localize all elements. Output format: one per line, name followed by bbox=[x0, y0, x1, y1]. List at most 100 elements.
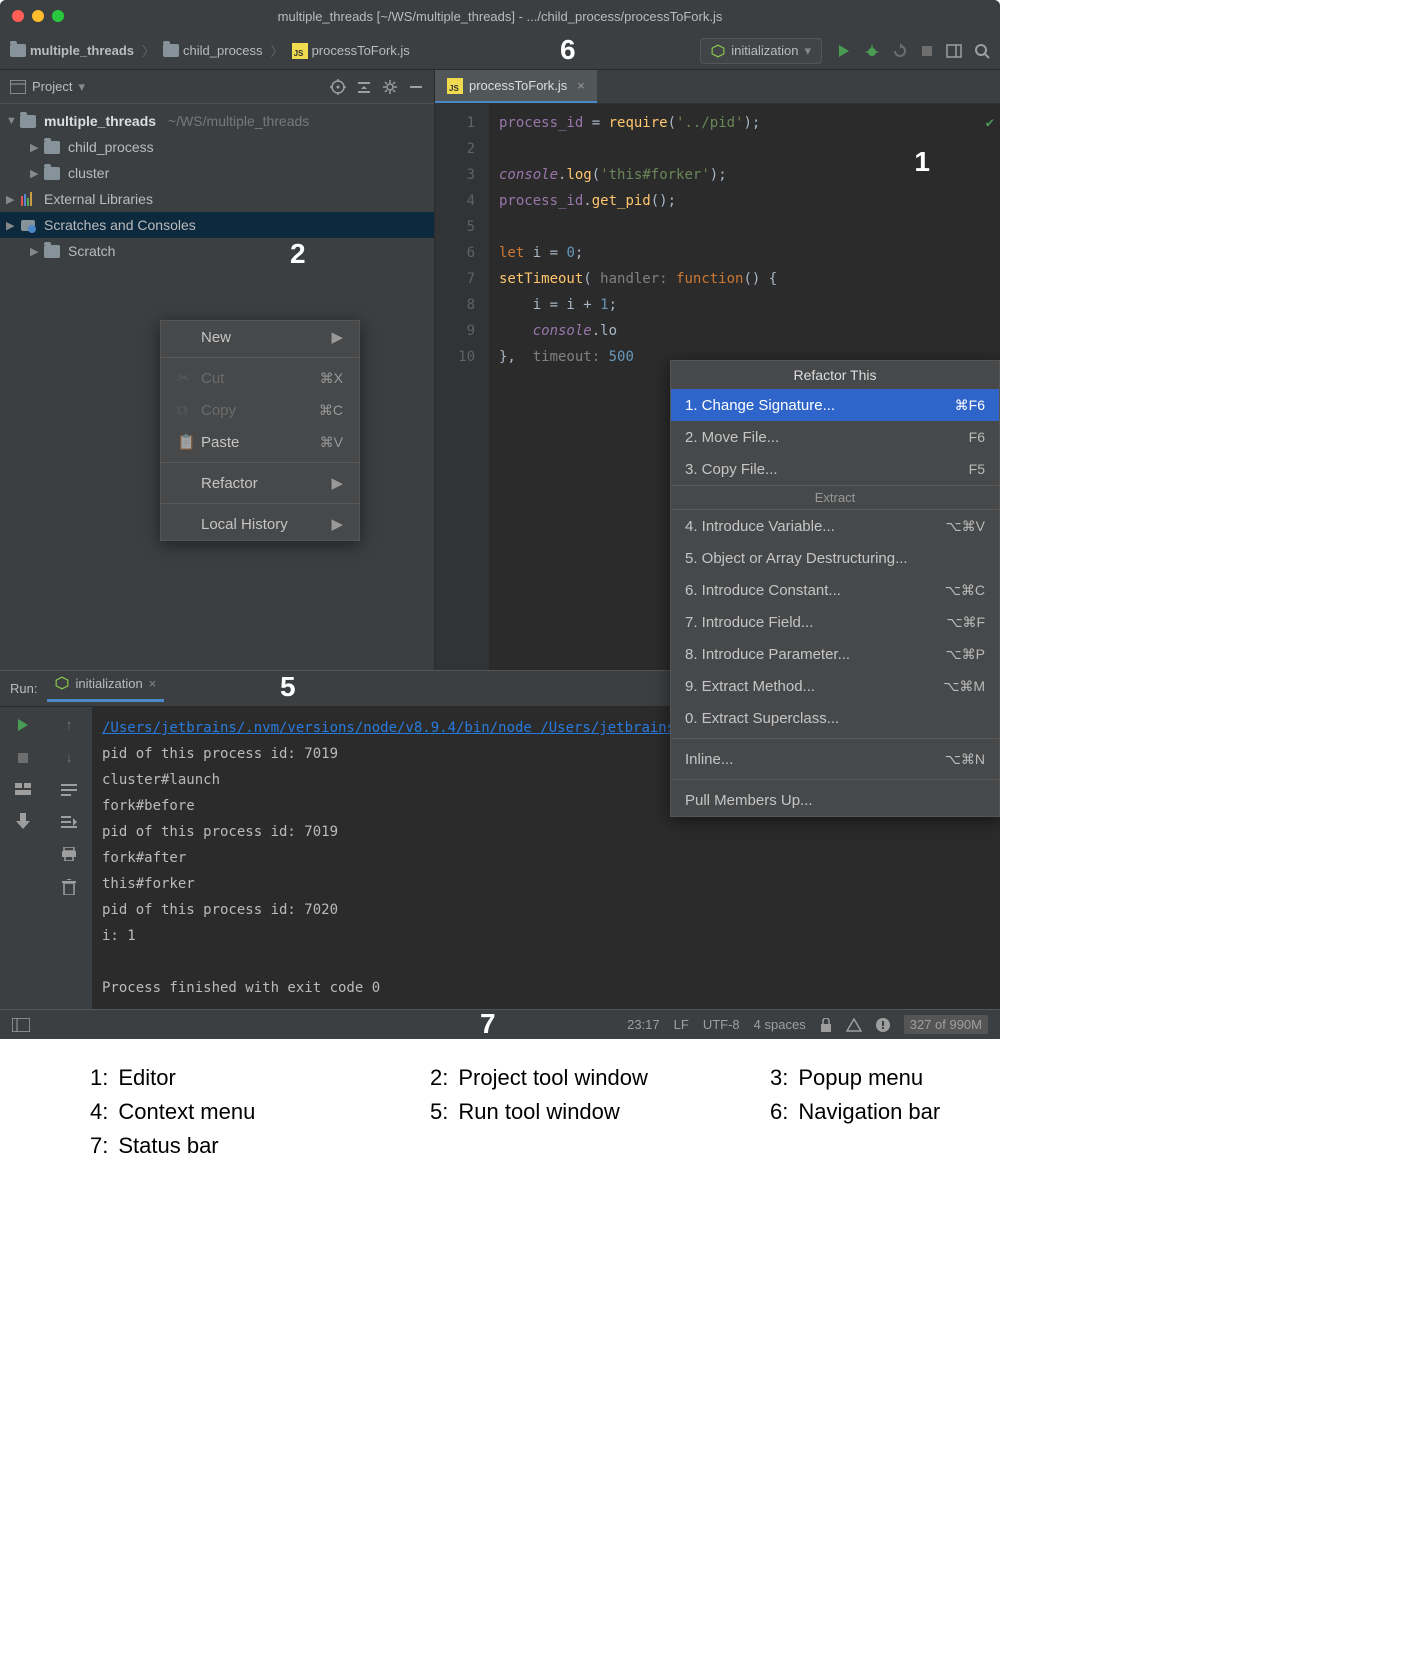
code-line[interactable]: i = i + 1; bbox=[499, 292, 990, 318]
project-panel-title[interactable]: Project ▾ bbox=[10, 79, 330, 95]
code-line[interactable]: let i = 0; bbox=[499, 240, 990, 266]
nodejs-icon bbox=[55, 676, 69, 690]
down-icon[interactable]: ↓ bbox=[66, 750, 73, 765]
stop-icon[interactable] bbox=[16, 751, 30, 765]
code-line[interactable]: console.lo bbox=[499, 318, 990, 344]
code-line[interactable]: process_id = require('../pid'); bbox=[499, 110, 990, 136]
popup-menu-item[interactable]: Inline...⌥⌘N bbox=[671, 743, 999, 775]
trash-icon[interactable] bbox=[62, 879, 76, 895]
run-tab[interactable]: initialization × bbox=[47, 676, 164, 702]
lock-icon[interactable] bbox=[820, 1018, 832, 1032]
indent-setting[interactable]: 4 spaces bbox=[754, 1017, 806, 1032]
project-tree[interactable]: ▼multiple_threads~/WS/multiple_threads▶c… bbox=[0, 104, 434, 268]
popup-menu-item[interactable]: 5. Object or Array Destructuring... bbox=[671, 542, 999, 574]
breadcrumb-item[interactable]: child_process bbox=[163, 43, 263, 58]
search-icon[interactable] bbox=[974, 43, 990, 59]
status-bar: 7 23:17 LF UTF-8 4 spaces 327 of 990M bbox=[0, 1009, 1000, 1039]
layout-icon[interactable] bbox=[15, 783, 31, 795]
breadcrumb-item[interactable]: JSprocessToFork.js bbox=[292, 43, 410, 59]
popup-menu-item[interactable]: 4. Introduce Variable...⌥⌘V bbox=[671, 510, 999, 542]
tree-item[interactable]: ▶child_process bbox=[0, 134, 434, 160]
stop-icon[interactable] bbox=[920, 44, 934, 58]
line-number: 3 bbox=[435, 162, 475, 188]
line-number: 10 bbox=[435, 344, 475, 370]
popup-menu-item[interactable]: Pull Members Up... bbox=[671, 784, 999, 816]
run-configuration-selector[interactable]: initialization ▾ bbox=[700, 38, 822, 64]
context-menu-item[interactable]: Local History▶ bbox=[161, 508, 359, 540]
run-label: Run: bbox=[10, 681, 37, 696]
tool-windows-icon[interactable] bbox=[12, 1018, 30, 1032]
overlay-7: 7 bbox=[480, 1008, 496, 1039]
shortcut: F6 bbox=[969, 429, 985, 445]
popup-menu-item[interactable]: 1. Change Signature...⌘F6 bbox=[671, 389, 999, 421]
editor-tab[interactable]: JS processToFork.js × bbox=[435, 70, 597, 103]
context-menu-item: ⧉Copy⌘C bbox=[161, 394, 359, 426]
menu-label: Refactor bbox=[201, 475, 258, 492]
tree-arrow-icon[interactable]: ▶ bbox=[30, 245, 40, 258]
tree-arrow-icon[interactable]: ▼ bbox=[6, 115, 16, 127]
popup-menu-item[interactable]: 7. Introduce Field...⌥⌘F bbox=[671, 606, 999, 638]
popup-menu-item[interactable]: 3. Copy File...F5 bbox=[671, 453, 999, 485]
close-window-button[interactable] bbox=[12, 10, 24, 22]
line-separator[interactable]: LF bbox=[674, 1017, 689, 1032]
popup-label: 1. Change Signature... bbox=[685, 397, 835, 414]
overlay-1: 1 bbox=[914, 146, 930, 178]
context-menu-item[interactable]: New▶ bbox=[161, 321, 359, 353]
locate-icon[interactable] bbox=[330, 79, 346, 95]
context-menu: New▶✂Cut⌘X⧉Copy⌘C📋Paste⌘VRefactor▶Local … bbox=[160, 320, 360, 541]
soft-wrap-icon[interactable] bbox=[61, 783, 77, 797]
print-icon[interactable] bbox=[61, 847, 77, 861]
tree-arrow-icon[interactable]: ▶ bbox=[6, 219, 16, 232]
tree-item[interactable]: ▼multiple_threads~/WS/multiple_threads bbox=[0, 108, 434, 134]
line-number: 2 bbox=[435, 136, 475, 162]
popup-menu-item[interactable]: 0. Extract Superclass... bbox=[671, 702, 999, 734]
caret-position[interactable]: 23:17 bbox=[627, 1017, 660, 1032]
layout-icon[interactable] bbox=[946, 43, 962, 59]
popup-menu-item[interactable]: 6. Introduce Constant...⌥⌘C bbox=[671, 574, 999, 606]
scratches-icon bbox=[20, 217, 36, 233]
close-icon[interactable]: × bbox=[149, 676, 157, 691]
close-tab-icon[interactable]: × bbox=[577, 78, 585, 93]
hide-icon[interactable] bbox=[408, 79, 424, 95]
toolbar-actions bbox=[836, 43, 990, 59]
scroll-to-end-icon[interactable] bbox=[61, 815, 77, 829]
notification-icon[interactable] bbox=[876, 1018, 890, 1032]
popup-menu-item[interactable]: 9. Extract Method...⌥⌘M bbox=[671, 670, 999, 702]
tree-arrow-icon[interactable]: ▶ bbox=[6, 193, 16, 206]
breadcrumb-label: child_process bbox=[183, 43, 263, 58]
rerun-icon[interactable] bbox=[892, 43, 908, 59]
popup-title: Refactor This bbox=[671, 361, 999, 389]
popup-menu-item[interactable]: 8. Introduce Parameter...⌥⌘P bbox=[671, 638, 999, 670]
collapse-all-icon[interactable] bbox=[356, 79, 372, 95]
tree-item[interactable]: ▶Scratch bbox=[0, 238, 434, 264]
context-menu-item[interactable]: 📋Paste⌘V bbox=[161, 426, 359, 458]
code-line[interactable]: setTimeout( handler: function() { bbox=[499, 266, 990, 292]
tree-arrow-icon[interactable]: ▶ bbox=[30, 141, 40, 154]
pin-icon[interactable] bbox=[16, 813, 30, 829]
rerun-icon[interactable] bbox=[15, 717, 31, 733]
tree-arrow-icon[interactable]: ▶ bbox=[30, 167, 40, 180]
gear-icon[interactable] bbox=[382, 79, 398, 95]
maximize-window-button[interactable] bbox=[52, 10, 64, 22]
run-icon[interactable] bbox=[836, 43, 852, 59]
debug-icon[interactable] bbox=[864, 43, 880, 59]
breadcrumb: multiple_threads〉child_process〉JSprocess… bbox=[10, 41, 680, 60]
file-encoding[interactable]: UTF-8 bbox=[703, 1017, 740, 1032]
tree-item[interactable]: ▶Scratches and Consoles bbox=[0, 212, 434, 238]
up-icon[interactable]: ↑ bbox=[66, 717, 73, 732]
context-menu-item[interactable]: Refactor▶ bbox=[161, 467, 359, 499]
output-line: Process finished with exit code 0 bbox=[102, 975, 990, 1001]
code-line[interactable] bbox=[499, 214, 990, 240]
tree-item[interactable]: ▶ External Libraries bbox=[0, 186, 434, 212]
breadcrumb-item[interactable]: multiple_threads bbox=[10, 43, 134, 58]
tree-label: External Libraries bbox=[44, 191, 153, 207]
code-line[interactable]: process_id.get_pid(); bbox=[499, 188, 990, 214]
minimize-window-button[interactable] bbox=[32, 10, 44, 22]
line-number: 4 bbox=[435, 188, 475, 214]
inspection-icon[interactable] bbox=[846, 1018, 862, 1032]
popup-menu-item[interactable]: 2. Move File...F6 bbox=[671, 421, 999, 453]
breadcrumb-separator-icon: 〉 bbox=[142, 41, 155, 60]
line-number: 9 bbox=[435, 318, 475, 344]
memory-indicator[interactable]: 327 of 990M bbox=[904, 1015, 988, 1034]
tree-item[interactable]: ▶cluster bbox=[0, 160, 434, 186]
